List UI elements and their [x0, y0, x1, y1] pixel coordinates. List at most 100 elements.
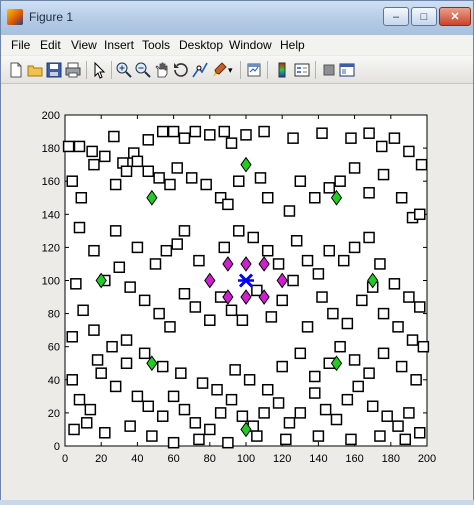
sensor-node-square — [160, 244, 173, 257]
sensor-node-square — [153, 172, 165, 184]
sensor-node-square — [283, 205, 296, 217]
menu-file[interactable]: File — [11, 38, 30, 52]
sensor-node-square — [348, 162, 361, 174]
sensor-node-square — [178, 225, 191, 237]
menu-view[interactable]: View — [71, 38, 97, 52]
data-cursor-icon[interactable] — [191, 61, 209, 79]
sensor-node-square — [75, 192, 88, 204]
sensor-node-square — [261, 192, 274, 204]
open-file-icon[interactable] — [26, 61, 44, 79]
sensor-node-square — [80, 417, 93, 429]
sensor-node-square — [171, 238, 183, 250]
sensor-node-square — [149, 258, 162, 270]
sensor-node-square — [395, 360, 408, 373]
sensor-node-square — [204, 314, 216, 326]
sensor-node-square — [319, 403, 332, 416]
sensor-node-square — [120, 334, 133, 346]
sensor-node-square — [280, 433, 292, 446]
menu-tools[interactable]: Tools — [142, 38, 170, 52]
sensor-node-square — [414, 301, 426, 313]
insert-colorbar-icon[interactable] — [273, 61, 291, 79]
sensor-node-square — [276, 294, 288, 307]
sensor-node-square — [334, 340, 346, 353]
sensor-node-square — [341, 317, 354, 330]
y-tick-label: 160 — [42, 176, 60, 188]
x-tick-label: 200 — [418, 453, 436, 465]
sensor-node-square — [337, 254, 350, 267]
sensor-node-square — [415, 158, 428, 171]
sensor-node-square — [91, 354, 104, 366]
sensor-node-square — [403, 291, 415, 303]
sensor-node-square — [301, 254, 314, 267]
sensor-node-square — [377, 347, 390, 360]
new-figure-icon[interactable] — [7, 61, 25, 79]
sensor-node-square — [113, 261, 126, 274]
x-tick-label: 100 — [237, 453, 255, 465]
sensor-node-square — [225, 304, 238, 317]
menu-insert[interactable]: Insert — [104, 38, 134, 52]
sensor-node-square — [251, 284, 263, 297]
y-tick-label: 140 — [42, 209, 60, 221]
edit-plot-arrow-icon[interactable] — [90, 61, 108, 79]
sensor-node-square — [395, 192, 408, 204]
sensor-node-square — [352, 380, 364, 393]
print-icon[interactable] — [64, 61, 82, 79]
menu-desktop[interactable]: Desktop — [179, 38, 223, 52]
link-plot-icon[interactable] — [245, 61, 263, 79]
save-icon[interactable] — [45, 61, 63, 79]
sensor-node-square — [356, 294, 368, 307]
sensor-node-square — [70, 278, 82, 290]
sensor-node-square — [68, 423, 80, 436]
pan-icon[interactable] — [153, 61, 171, 79]
sensor-node-square — [178, 287, 191, 300]
scatter-plot[interactable]: 0 20 40 60 80 100 120 140 160 180 200 0 20 40 60 80 100 1… — [1, 84, 473, 500]
title-bar[interactable]: Figure 1 – □ ✕ — [1, 1, 473, 36]
y-tick-label: 180 — [42, 143, 60, 155]
toolbar-separator — [111, 61, 112, 79]
sensor-node-square — [124, 281, 136, 293]
sensor-node-square — [200, 178, 212, 191]
sensor-node-square — [222, 198, 234, 211]
sensor-node-square — [185, 172, 198, 184]
chevron-down-icon[interactable]: ▾ — [228, 61, 236, 79]
sensor-node-square — [377, 307, 390, 320]
rotate-3d-icon[interactable] — [172, 61, 190, 79]
minimize-button[interactable]: – — [383, 7, 409, 26]
sensor-node-square — [309, 370, 321, 383]
sensor-node-square — [363, 187, 375, 199]
sensor-node-square — [124, 420, 136, 432]
sensor-node-square — [240, 129, 252, 141]
zoom-out-icon[interactable] — [134, 61, 152, 79]
sensor-node-square — [258, 407, 270, 419]
close-button[interactable]: ✕ — [439, 7, 471, 26]
show-plot-tools-icon[interactable] — [338, 61, 356, 79]
sensor-node-square — [193, 254, 205, 267]
sensor-node-square — [363, 367, 375, 379]
sensor-node-square — [330, 413, 343, 426]
x-tick-label: 20 — [95, 453, 107, 465]
sensor-node-square — [388, 132, 401, 144]
hide-plot-tools-icon[interactable] — [320, 61, 338, 79]
sensor-node-square — [406, 334, 419, 346]
menu-bar: File Edit View Insert Tools Desktop Wind… — [1, 35, 473, 55]
zoom-in-icon[interactable] — [115, 61, 133, 79]
sensor-node-square — [86, 145, 98, 158]
sensor-node-square — [290, 235, 303, 247]
y-tick-label: 40 — [48, 375, 60, 387]
sensor-node-square — [301, 321, 314, 333]
sensor-node-square — [164, 321, 176, 333]
x-tick-label: 60 — [167, 453, 179, 465]
insert-legend-icon[interactable] — [293, 61, 311, 79]
menu-help[interactable]: Help — [280, 38, 305, 52]
sensor-node-square — [377, 168, 390, 181]
sensor-node-square — [272, 258, 285, 270]
sensor-node-square — [88, 324, 100, 336]
brush-icon[interactable] — [210, 61, 228, 79]
sensor-node-square — [73, 140, 86, 153]
menu-window[interactable]: Window — [229, 38, 272, 52]
sensor-node-square — [167, 125, 180, 138]
maximize-button[interactable]: □ — [411, 7, 437, 26]
sensor-node-square — [363, 231, 375, 244]
sensor-node-square — [374, 258, 386, 270]
menu-edit[interactable]: Edit — [40, 38, 61, 52]
